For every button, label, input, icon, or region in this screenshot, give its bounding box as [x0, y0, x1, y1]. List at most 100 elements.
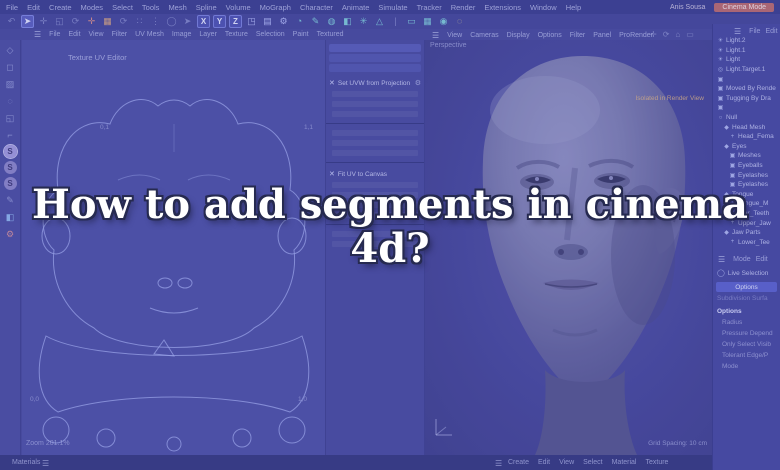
object-row[interactable]: ▣ Tugging By Dra: [713, 94, 780, 104]
viewport-menu-item[interactable]: Options: [538, 32, 562, 39]
object-row[interactable]: ◆ Eyes: [713, 142, 780, 152]
mode-icon[interactable]: S: [3, 161, 17, 174]
toolbar-icon[interactable]: ▭: [405, 15, 418, 28]
viewport-menu-item[interactable]: ProRender: [619, 32, 653, 39]
toolbar-icon[interactable]: ⟳: [69, 15, 82, 28]
menu-item[interactable]: Help: [566, 3, 581, 12]
toolbar-icon[interactable]: ✳: [357, 15, 370, 28]
menu-item[interactable]: MoGraph: [260, 3, 291, 12]
uv-menu-item[interactable]: UV Mesh: [135, 31, 164, 38]
object-row[interactable]: ☀ Light.2: [713, 36, 780, 46]
toolbar-icon[interactable]: △: [373, 15, 386, 28]
menu-item[interactable]: Tracker: [417, 3, 442, 12]
bottom-menu-item[interactable]: Texture: [646, 459, 669, 466]
menu-item[interactable]: Render: [451, 3, 476, 12]
mode-icon[interactable]: S: [2, 144, 18, 159]
toolbar-icon[interactable]: ▦: [101, 15, 114, 28]
attribute-field-label[interactable]: Pressure Depend: [722, 330, 780, 337]
toolbar-icon[interactable]: ◉: [437, 15, 450, 28]
hamburger-icon[interactable]: ☰: [34, 30, 41, 39]
menu-item[interactable]: Mesh: [168, 3, 186, 12]
object-row[interactable]: ☀ Light: [713, 55, 780, 65]
toolbar-icon[interactable]: ✛: [37, 15, 50, 28]
uv-tool-button[interactable]: [329, 54, 421, 62]
toolbar-icon[interactable]: |: [389, 15, 402, 28]
object-row[interactable]: ▣ Meshes: [713, 151, 780, 161]
bottom-menu-item[interactable]: Edit: [538, 459, 550, 466]
toolbar-icon[interactable]: ↶: [5, 15, 18, 28]
object-manager-menu-item[interactable]: Edit: [765, 28, 777, 35]
options-tab[interactable]: Options: [716, 282, 777, 293]
menu-item[interactable]: File: [6, 3, 18, 12]
menu-item[interactable]: Simulate: [378, 3, 407, 12]
toolbar-icon[interactable]: X: [197, 15, 210, 28]
attribute-field-label[interactable]: Mode: [722, 363, 780, 370]
uv-menu-item[interactable]: Edit: [68, 31, 80, 38]
bottom-menu-item[interactable]: View: [559, 459, 574, 466]
uv-tool-row[interactable]: [332, 101, 418, 107]
hamburger-icon[interactable]: ☰: [495, 459, 502, 468]
menu-item[interactable]: Character: [300, 3, 333, 12]
toolbar-icon[interactable]: Y: [213, 15, 226, 28]
toolbar-icon[interactable]: ∷: [133, 15, 146, 28]
uv-menu-item[interactable]: Selection: [256, 31, 285, 38]
object-row[interactable]: ◎ Light.Target.1: [713, 65, 780, 75]
viewport-menu-item[interactable]: Display: [507, 32, 530, 39]
toolbar-icon[interactable]: ◔: [293, 15, 306, 28]
uv-menu-item[interactable]: Texture: [225, 31, 248, 38]
object-row[interactable]: ▣ Eyelashes: [713, 170, 780, 180]
toolbar-icon[interactable]: ⟳: [117, 15, 130, 28]
uv-tool-section[interactable]: ✕ Set UVW from Projection ⚙: [329, 79, 421, 88]
uv-tool-row[interactable]: [332, 140, 418, 146]
object-row[interactable]: ○ Null: [713, 113, 780, 123]
uv-tool-button[interactable]: [329, 44, 421, 52]
toolbar-icon[interactable]: ◍: [325, 15, 338, 28]
toolbar-icon[interactable]: ➤: [21, 15, 34, 28]
gear-icon[interactable]: ⚙: [415, 79, 421, 87]
bottom-menu-item[interactable]: Create: [508, 459, 529, 466]
uv-tool-row[interactable]: [332, 130, 418, 136]
uv-menu-item[interactable]: View: [89, 31, 104, 38]
menu-item[interactable]: Edit: [27, 3, 40, 12]
object-row[interactable]: + Head_Fema: [713, 132, 780, 142]
object-row[interactable]: ▣: [713, 103, 780, 113]
menu-item[interactable]: Spline: [196, 3, 217, 12]
uv-menu-item[interactable]: Image: [172, 31, 191, 38]
viewport-menu-item[interactable]: View: [447, 32, 462, 39]
layout-switcher-button[interactable]: Cinema Mode: [714, 2, 774, 12]
viewport-menu-item[interactable]: Cameras: [470, 32, 498, 39]
toolbar-icon[interactable]: ◯: [165, 15, 178, 28]
toolbar-icon[interactable]: ◌: [453, 15, 466, 28]
mode-icon[interactable]: ⌐: [3, 128, 18, 142]
maximize-view-icon[interactable]: ▭: [686, 30, 694, 39]
menu-item[interactable]: Extensions: [484, 3, 521, 12]
toolbar-icon[interactable]: ▦: [421, 15, 434, 28]
toolbar-icon[interactable]: Z: [229, 15, 242, 28]
toolbar-icon[interactable]: ◱: [53, 15, 66, 28]
uv-menu-item[interactable]: Paint: [293, 31, 309, 38]
hamburger-icon[interactable]: ☰: [42, 459, 49, 468]
viewport-menu-item[interactable]: Filter: [570, 32, 586, 39]
orbit-camera-icon[interactable]: ⟳: [663, 30, 670, 39]
object-manager-menu-item[interactable]: File: [749, 28, 760, 35]
object-row[interactable]: ◆ Head Mesh: [713, 122, 780, 132]
uv-menu-item[interactable]: Textured: [317, 31, 344, 38]
mode-icon[interactable]: ◌: [3, 94, 18, 108]
menu-item[interactable]: Select: [112, 3, 133, 12]
toolbar-icon[interactable]: ⚙: [277, 15, 290, 28]
hamburger-icon[interactable]: ☰: [432, 31, 439, 40]
uv-menu-item[interactable]: Filter: [112, 31, 128, 38]
attribute-field-label[interactable]: Radius: [722, 319, 780, 326]
move-camera-icon[interactable]: ✛: [650, 30, 657, 39]
menu-item[interactable]: Modes: [81, 3, 104, 12]
toolbar-icon[interactable]: ✎: [309, 15, 322, 28]
object-row[interactable]: ▣ Moved By Rende: [713, 84, 780, 94]
hamburger-icon[interactable]: ☰: [734, 27, 741, 36]
menu-item[interactable]: Create: [49, 3, 72, 12]
menu-item[interactable]: Window: [530, 3, 557, 12]
toolbar-icon[interactable]: ✛: [85, 15, 98, 28]
subdivision-label[interactable]: Subdivision Surfa: [717, 295, 780, 302]
account-name[interactable]: Anis Sousa: [670, 4, 705, 11]
home-view-icon[interactable]: ⌂: [675, 30, 680, 39]
mode-icon[interactable]: ◱: [3, 111, 18, 125]
